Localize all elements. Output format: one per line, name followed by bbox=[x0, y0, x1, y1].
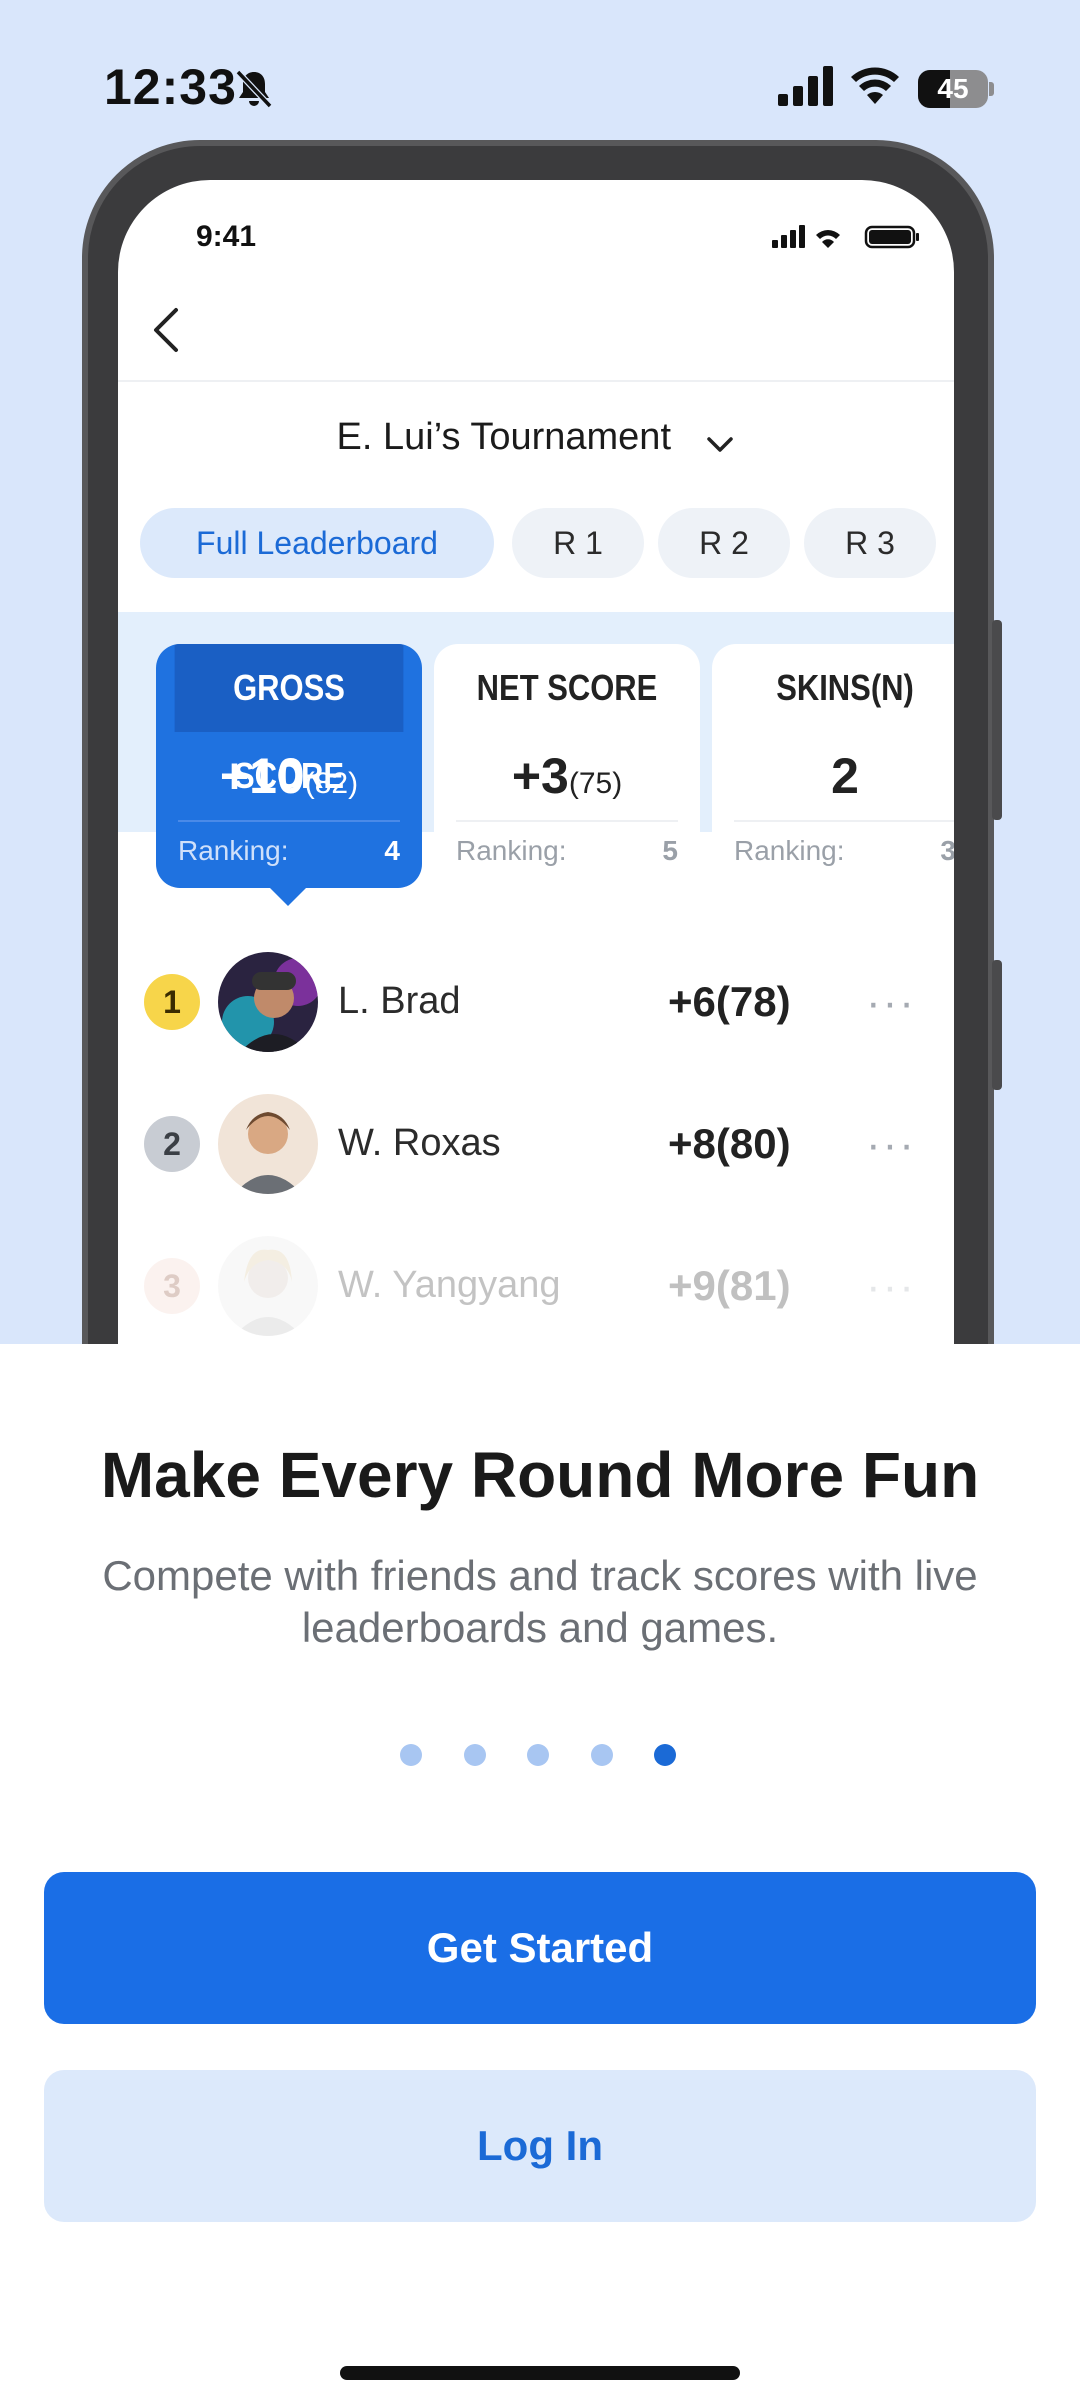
page-dot[interactable] bbox=[654, 1744, 676, 1766]
more-options-icon[interactable]: ··· bbox=[866, 978, 916, 1028]
avatar bbox=[218, 952, 318, 1052]
card-ranking: Ranking: 4 bbox=[178, 820, 400, 882]
active-card-pointer bbox=[268, 886, 308, 906]
card-title: NET SCORE bbox=[476, 667, 658, 708]
rank-badge: 2 bbox=[144, 1116, 200, 1172]
onboarding-headline: Make Every Round More Fun bbox=[100, 1439, 980, 1511]
rank-badge: 1 bbox=[144, 974, 200, 1030]
wifi-icon bbox=[851, 67, 899, 104]
mockup-status-icons bbox=[772, 225, 919, 249]
player-name: L. Brad bbox=[338, 980, 461, 1022]
phone-side-button bbox=[992, 620, 1002, 820]
tournament-title: E. Lui’s Tournament bbox=[336, 416, 671, 458]
tab-round-2[interactable]: R 2 bbox=[658, 508, 790, 578]
skins-card[interactable]: SKINS(N) 2 Ranking: 3 bbox=[712, 644, 954, 888]
page-dot[interactable] bbox=[464, 1744, 486, 1766]
onboarding-sheet: Make Every Round More Fun Compete with f… bbox=[0, 1344, 1080, 2400]
leaderboard-row[interactable]: 3 W. Yangyang +9(81) ··· bbox=[118, 1222, 954, 1344]
card-title: SKINS(N) bbox=[776, 667, 914, 708]
status-time: 12:33 bbox=[104, 59, 237, 115]
leaderboard-row[interactable]: 2 W. Roxas +8(80) ··· bbox=[118, 1080, 954, 1210]
player-score: +6(78) bbox=[668, 978, 791, 1025]
page-dot[interactable] bbox=[527, 1744, 549, 1766]
player-score: +9(81) bbox=[668, 1262, 791, 1309]
mockup-status-bar: 9:41 bbox=[118, 180, 954, 280]
onboarding-subtext: Compete with friends and track scores wi… bbox=[102, 1552, 978, 1651]
page-indicator bbox=[400, 1744, 680, 1768]
player-name: W. Yangyang bbox=[338, 1264, 561, 1306]
tab-full-leaderboard[interactable]: Full Leaderboard bbox=[140, 508, 494, 578]
page-dot[interactable] bbox=[400, 1744, 422, 1766]
card-value: 2 bbox=[831, 748, 859, 804]
card-ranking: Ranking: 3 bbox=[734, 820, 954, 882]
signal-icon bbox=[778, 66, 833, 106]
bell-muted-icon bbox=[235, 69, 273, 109]
avatar bbox=[218, 1236, 318, 1336]
round-tabs: Full Leaderboard R 1 R 2 R 3 bbox=[140, 508, 954, 578]
player-score: +8(80) bbox=[668, 1120, 791, 1167]
log-in-button[interactable]: Log In bbox=[44, 2070, 1036, 2222]
gross-score-card[interactable]: GROSS SCORE +10(82) Ranking:4 bbox=[156, 644, 422, 888]
get-started-button[interactable]: Get Started bbox=[44, 1872, 1036, 2024]
chevron-down-icon bbox=[707, 437, 734, 452]
card-ranking: Ranking: 5 bbox=[456, 820, 678, 882]
battery-percent: 45 bbox=[937, 73, 969, 104]
card-title: GROSS SCORE bbox=[174, 644, 404, 796]
mockup-status-time: 9:41 bbox=[196, 220, 257, 253]
hero-illustration: 12:33 45 9:41 E. Lui’s Tournament Full L… bbox=[0, 0, 1080, 1344]
more-options-icon[interactable]: ··· bbox=[866, 1120, 916, 1170]
rank-badge: 3 bbox=[144, 1258, 200, 1314]
home-indicator bbox=[340, 2366, 740, 2380]
header-divider bbox=[118, 380, 954, 382]
page-dot[interactable] bbox=[591, 1744, 613, 1766]
leaderboard-row[interactable]: 1 L. Brad +6(78) ··· bbox=[118, 938, 954, 1068]
battery-icon: 45 bbox=[918, 70, 994, 108]
mockup-screen: 9:41 E. Lui’s Tournament Full Leaderboar… bbox=[118, 180, 954, 1344]
net-score-card[interactable]: NET SCORE +3(75) Ranking: 5 bbox=[434, 644, 700, 888]
more-options-icon[interactable]: ··· bbox=[866, 1262, 916, 1312]
tournament-selector[interactable]: E. Lui’s Tournament bbox=[118, 416, 954, 459]
player-name: W. Roxas bbox=[338, 1122, 501, 1164]
avatar bbox=[218, 1094, 318, 1194]
phone-side-button bbox=[992, 960, 1002, 1090]
back-arrow-icon[interactable] bbox=[148, 302, 188, 358]
tab-round-3[interactable]: R 3 bbox=[804, 508, 936, 578]
tab-round-1[interactable]: R 1 bbox=[512, 508, 644, 578]
card-value: +3(75) bbox=[511, 748, 623, 804]
